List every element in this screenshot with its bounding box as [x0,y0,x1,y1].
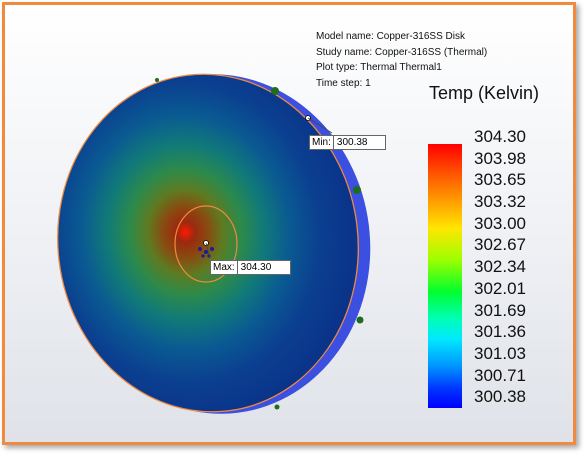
min-probe-label[interactable]: Min: 300.38 [309,135,386,150]
legend-tick: 302.01 [474,278,526,298]
legend-tick: 302.67 [474,235,526,255]
min-value: 300.38 [333,136,385,149]
legend-tick: 303.98 [474,148,526,168]
max-probe-label[interactable]: Max: 304.30 [210,260,291,275]
model-name-text: Model name: Copper-316SS Disk [316,31,465,42]
min-label: Min: [310,136,334,149]
legend-tick: 301.03 [474,343,526,363]
legend-tick: 300.71 [474,365,526,385]
plot-type-text: Plot type: Thermal Thermal1 [316,62,442,73]
legend-tick: 302.34 [474,257,526,277]
legend-tick: 303.65 [474,170,526,190]
legend-tick: 304.30 [474,127,526,146]
max-value: 304.30 [237,261,290,274]
legend-tick: 303.00 [474,213,526,233]
legend-title: Temp (Kelvin) [429,83,540,103]
study-name-text: Study name: Copper-316SS (Thermal) [316,46,488,58]
study-info: Model name: Copper-316SS Disk Study name… [316,29,487,91]
legend-tick: 301.69 [474,300,526,320]
max-label: Max: [211,261,238,274]
legend-tick: 300.38 [474,387,526,407]
graphics-viewport[interactable]: Model name: Copper-316SS Disk Study name… [2,2,576,445]
legend-tick: 303.32 [474,192,526,212]
color-scale-bar[interactable] [428,144,462,408]
legend-tick: 301.36 [474,322,526,342]
legend-tick-labels: 304.30 303.98 303.65 303.32 303.00 302.67 302.… [474,126,573,408]
